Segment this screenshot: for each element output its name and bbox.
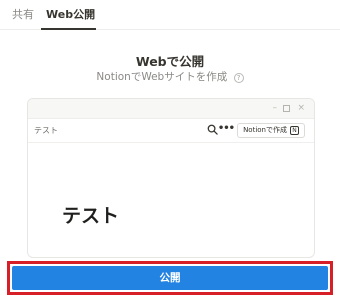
- preview-tab-title: テスト: [34, 126, 58, 135]
- create-in-notion-label: Notionで作成: [243, 126, 287, 134]
- create-in-notion-button: Notionで作成 N: [237, 123, 305, 138]
- tab-web-publish[interactable]: Web公開: [46, 8, 95, 22]
- site-preview: – × テスト ••• Notionで作成 N テスト: [27, 98, 315, 258]
- minimize-icon: –: [272, 103, 278, 113]
- close-icon: ×: [297, 103, 305, 113]
- more-options-icon: •••: [217, 123, 235, 134]
- tab-bar: 共有 Web公開: [0, 0, 340, 30]
- preview-page-bar: テスト ••• Notionで作成 N: [28, 119, 314, 143]
- preview-page-title: テスト: [62, 205, 120, 227]
- search-icon: [207, 124, 218, 135]
- subheading-text: NotionでWebサイトを作成: [96, 71, 228, 83]
- publish-subheading: NotionでWebサイトを作成 ?: [0, 69, 340, 84]
- active-tab-indicator: [41, 28, 96, 30]
- publish-button[interactable]: 公開: [12, 266, 328, 290]
- maximize-icon: [283, 105, 290, 112]
- preview-window-bar: – ×: [28, 99, 314, 119]
- notion-logo-icon: N: [290, 126, 299, 135]
- help-circle-icon[interactable]: ?: [233, 73, 244, 83]
- publish-heading: Webで公開: [135, 54, 205, 69]
- tab-share[interactable]: 共有: [12, 8, 34, 22]
